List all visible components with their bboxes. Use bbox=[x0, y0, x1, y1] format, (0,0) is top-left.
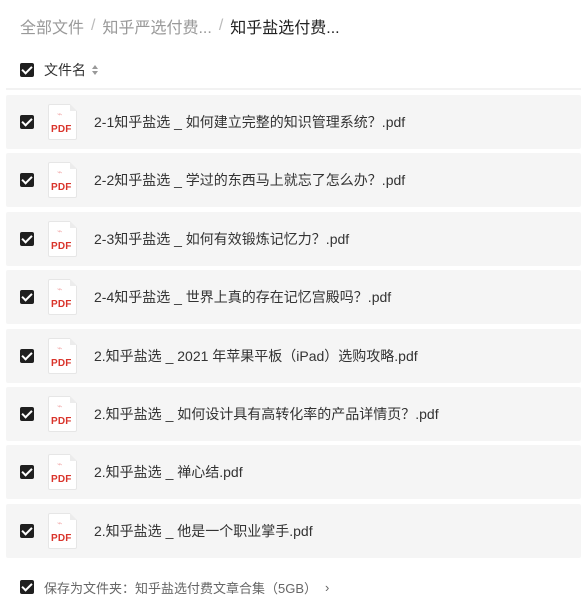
file-row[interactable]: ⌁ PDF 2.知乎盐选 _ 他是一个职业掌手.pdf bbox=[6, 503, 581, 558]
select-all-checkbox[interactable] bbox=[20, 63, 34, 77]
file-row[interactable]: ⌁ PDF 2-2知乎盐选 _ 学过的东西马上就忘了怎么办？.pdf bbox=[6, 153, 581, 208]
acrobat-mark-icon: ⌁ bbox=[57, 517, 63, 528]
file-row[interactable]: ⌁ PDF 2-3知乎盐选 _ 如何有效锻炼记忆力？.pdf bbox=[6, 211, 581, 266]
save-folder-label[interactable]: 保存为文件夹：知乎盐选付费文章合集（5GB） bbox=[44, 578, 317, 597]
file-name[interactable]: 2.知乎盐选 _ 如何设计具有高转化率的产品详情页？.pdf bbox=[94, 404, 439, 424]
file-checkbox[interactable] bbox=[20, 465, 34, 480]
acrobat-mark-icon: ⌁ bbox=[57, 225, 63, 236]
file-name[interactable]: 2.知乎盐选 _ 2021 年苹果平板（iPad）选购攻略.pdf bbox=[94, 346, 418, 366]
save-folder-bar: 保存为文件夹：知乎盐选付费文章合集（5GB） › bbox=[20, 577, 329, 597]
file-row[interactable]: ⌁ PDF 2.知乎盐选 _ 禅心结.pdf bbox=[6, 445, 581, 500]
pdf-file-icon: ⌁ PDF bbox=[48, 279, 77, 316]
breadcrumb-current-folder: 知乎盐选付费... bbox=[230, 20, 340, 37]
file-checkbox[interactable] bbox=[20, 406, 34, 421]
file-checkbox[interactable] bbox=[20, 115, 34, 129]
pdf-file-icon: ⌁ PDF bbox=[48, 220, 77, 257]
file-checkbox[interactable] bbox=[20, 348, 34, 363]
pdf-icon-label: PDF bbox=[51, 182, 72, 194]
pdf-file-icon: ⌁ PDF bbox=[48, 395, 77, 432]
file-name[interactable]: 2-3知乎盐选 _ 如何有效锻炼记忆力？.pdf bbox=[94, 229, 349, 249]
pdf-icon-label: PDF bbox=[51, 415, 72, 427]
acrobat-mark-icon: ⌁ bbox=[57, 400, 63, 411]
breadcrumb-separator: / bbox=[91, 17, 96, 34]
pdf-icon-label: PDF bbox=[51, 124, 72, 135]
file-list: ⌁ PDF 2-1知乎盐选 _ 如何建立完整的知识管理系统？.pdf ⌁ PDF 2-2知… bbox=[6, 95, 581, 562]
file-row[interactable]: ⌁ PDF 2-4知乎盐选 _ 世界上真的存在记忆宫殿吗？.pdf bbox=[6, 270, 581, 325]
save-folder-checkbox[interactable] bbox=[20, 580, 34, 594]
file-checkbox[interactable] bbox=[20, 231, 34, 246]
file-row[interactable]: ⌁ PDF 2-1知乎盐选 _ 如何建立完整的知识管理系统？.pdf bbox=[6, 95, 581, 149]
sort-icon[interactable] bbox=[92, 65, 98, 75]
file-name[interactable]: 2-4知乎盐选 _ 世界上真的存在记忆宫殿吗？.pdf bbox=[94, 287, 391, 307]
chevron-right-icon[interactable]: › bbox=[325, 580, 329, 595]
pdf-file-icon: ⌁ PDF bbox=[48, 512, 77, 549]
pdf-icon-label: PDF bbox=[51, 357, 72, 369]
header-divider bbox=[6, 88, 581, 90]
file-checkbox[interactable] bbox=[20, 173, 34, 188]
acrobat-mark-icon: ⌁ bbox=[57, 342, 63, 353]
file-name[interactable]: 2.知乎盐选 _ 禅心结.pdf bbox=[94, 462, 243, 482]
file-list-header: 文件名 bbox=[20, 60, 98, 80]
file-name[interactable]: 2-2知乎盐选 _ 学过的东西马上就忘了怎么办？.pdf bbox=[94, 170, 405, 190]
breadcrumb-parent-folder[interactable]: 知乎严选付费... bbox=[102, 14, 211, 38]
acrobat-mark-icon: ⌁ bbox=[57, 284, 63, 295]
pdf-file-icon: ⌁ PDF bbox=[48, 337, 77, 374]
pdf-icon-label: PDF bbox=[51, 474, 72, 486]
file-row[interactable]: ⌁ PDF 2.知乎盐选 _ 2021 年苹果平板（iPad）选购攻略.pdf bbox=[6, 328, 581, 383]
acrobat-mark-icon: ⌁ bbox=[57, 167, 63, 178]
pdf-icon-label: PDF bbox=[51, 532, 72, 544]
file-name[interactable]: 2-1知乎盐选 _ 如何建立完整的知识管理系统？.pdf bbox=[94, 112, 405, 132]
file-checkbox[interactable] bbox=[20, 290, 34, 305]
breadcrumb: 全部文件 / 知乎严选付费... / 知乎盐选付费... bbox=[20, 14, 340, 38]
pdf-icon-label: PDF bbox=[51, 299, 72, 311]
file-checkbox[interactable] bbox=[20, 523, 34, 538]
file-name[interactable]: 2.知乎盐选 _ 他是一个职业掌手.pdf bbox=[94, 521, 313, 541]
pdf-file-icon: ⌁ PDF bbox=[48, 454, 77, 491]
filename-column-label[interactable]: 文件名 bbox=[44, 60, 86, 80]
pdf-file-icon: ⌁ PDF bbox=[48, 162, 77, 199]
breadcrumb-all-files[interactable]: 全部文件 bbox=[20, 14, 84, 38]
acrobat-mark-icon: ⌁ bbox=[57, 109, 63, 119]
pdf-file-icon: ⌁ PDF bbox=[48, 104, 77, 140]
file-row[interactable]: ⌁ PDF 2.知乎盐选 _ 如何设计具有高转化率的产品详情页？.pdf bbox=[6, 386, 581, 441]
breadcrumb-separator: / bbox=[218, 17, 224, 34]
pdf-icon-label: PDF bbox=[51, 240, 72, 252]
acrobat-mark-icon: ⌁ bbox=[57, 459, 63, 470]
